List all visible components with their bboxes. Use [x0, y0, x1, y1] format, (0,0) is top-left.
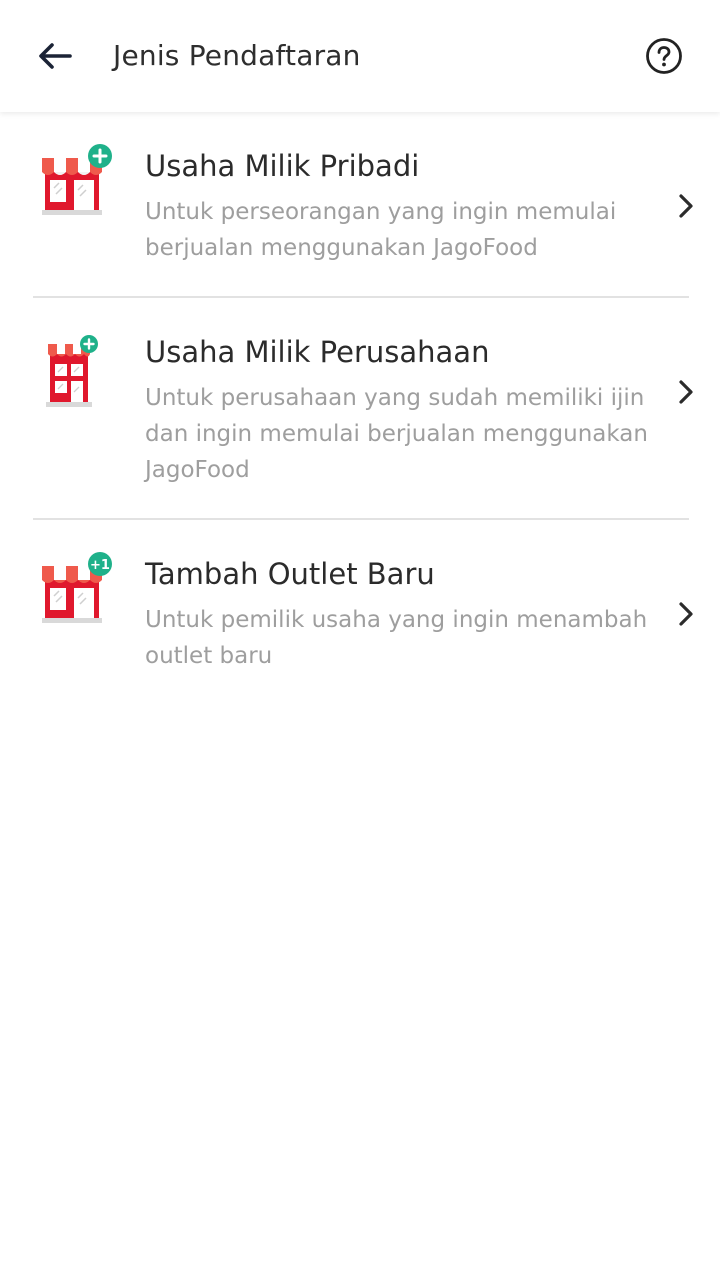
- back-button[interactable]: [32, 32, 80, 80]
- chevron-right-icon: [679, 380, 693, 404]
- option-usaha-milik-perusahaan[interactable]: Usaha Milik Perusahaan Untuk perusahaan …: [0, 298, 720, 518]
- option-usaha-milik-pribadi[interactable]: Usaha Milik Pribadi Untuk perseorangan y…: [0, 112, 720, 296]
- arrow-left-icon: [39, 43, 72, 69]
- badge-plus-one: +1: [90, 558, 110, 573]
- option-tambah-outlet-baru[interactable]: +1 Tambah Outlet Baru Untuk pemilik usah…: [0, 520, 720, 690]
- question-circle-icon: [646, 38, 682, 74]
- help-button[interactable]: [642, 34, 686, 78]
- option-description: Untuk perusahaan yang sudah memiliki iji…: [145, 385, 648, 483]
- option-description: Untuk pemilik usaha yang ingin menambah …: [145, 607, 648, 669]
- option-title: Usaha Milik Pribadi: [145, 149, 420, 183]
- option-description: Untuk perseorangan yang ingin memulai be…: [145, 199, 617, 261]
- building-add-icon: [36, 334, 116, 414]
- store-plus-one-icon: +1: [36, 550, 116, 630]
- option-title: Usaha Milik Perusahaan: [145, 335, 490, 369]
- chevron-right-icon: [679, 602, 693, 626]
- page-title: Jenis Pendaftaran: [113, 39, 361, 72]
- option-title: Tambah Outlet Baru: [145, 557, 435, 591]
- chevron-right-icon: [679, 194, 693, 218]
- app-bar: Jenis Pendaftaran: [0, 0, 720, 112]
- store-add-icon: [36, 142, 116, 222]
